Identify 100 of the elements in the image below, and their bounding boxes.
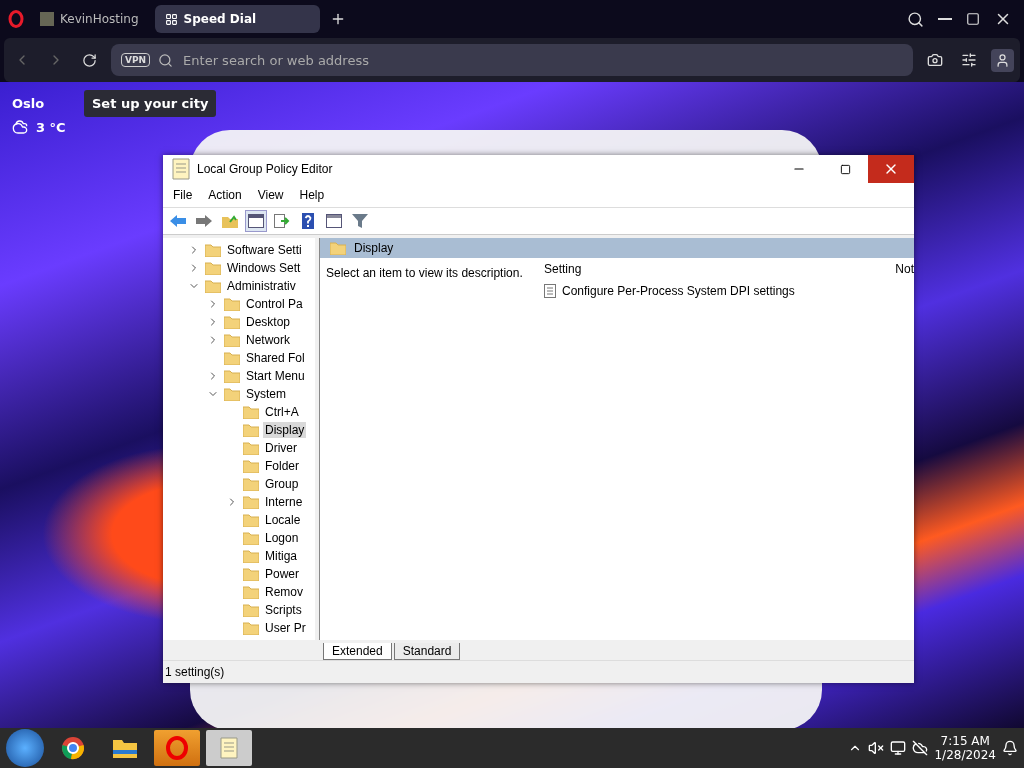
- vpn-badge[interactable]: VPN: [121, 53, 151, 67]
- maximize-icon: [839, 163, 851, 175]
- folder-icon: [243, 513, 259, 527]
- tree-item[interactable]: Administrativ: [225, 278, 298, 294]
- filter-icon: [352, 214, 368, 228]
- tree-item[interactable]: Group: [263, 476, 301, 492]
- tree-item[interactable]: Display: [263, 422, 307, 438]
- folder-icon: [224, 297, 240, 311]
- search-icon: [907, 10, 924, 28]
- folder-icon: [243, 621, 259, 635]
- cloud-off-icon[interactable]: [912, 740, 929, 756]
- browser-tab[interactable]: KevinHosting: [30, 5, 149, 33]
- tree-item[interactable]: Power: [263, 566, 301, 582]
- temperature: 3 °C: [36, 119, 66, 135]
- properties-icon: [326, 214, 342, 228]
- toolbar-button[interactable]: [245, 210, 267, 232]
- folder-icon: [243, 495, 259, 509]
- folder-icon: [243, 423, 259, 437]
- network-icon[interactable]: [890, 740, 907, 756]
- menu-item[interactable]: File: [165, 188, 201, 202]
- opera-logo-icon: [8, 10, 24, 28]
- menu-item[interactable]: Action: [200, 188, 250, 202]
- tree-item[interactable]: Windows Sett: [225, 260, 303, 276]
- folder-icon: [224, 387, 240, 401]
- city-label: Oslo: [12, 96, 46, 111]
- tree-item[interactable]: System: [244, 386, 288, 402]
- folder-icon: [330, 241, 346, 255]
- folder-icon: [243, 441, 259, 455]
- reload-icon: [82, 52, 97, 68]
- search-icon: [158, 52, 174, 68]
- folder-icon: [243, 477, 259, 491]
- export-icon: [274, 214, 290, 228]
- folder-icon: [243, 567, 259, 581]
- minimize-icon: [938, 18, 952, 20]
- folder-icon: [205, 243, 221, 257]
- folder-icon: [224, 315, 240, 329]
- folder-icon: [243, 531, 259, 545]
- status-text: 1 setting(s): [165, 665, 225, 679]
- grid-icon: [164, 12, 178, 26]
- restore-icon: [966, 12, 980, 26]
- back-arrow-icon: [170, 215, 186, 227]
- camera-icon: [927, 52, 943, 68]
- folder-icon: [224, 333, 240, 347]
- view-tab[interactable]: Standard: [393, 643, 461, 660]
- opera-icon: [166, 736, 188, 760]
- tree-item[interactable]: Control Pa: [244, 296, 305, 312]
- tree-item[interactable]: Desktop: [244, 314, 293, 330]
- list-icon: [544, 284, 556, 298]
- tree-item[interactable]: User Pr: [263, 620, 308, 636]
- tree-item[interactable]: Folder: [263, 458, 301, 474]
- notification-icon[interactable]: [1002, 740, 1018, 756]
- description-text: Select an item to view its description.: [325, 265, 524, 282]
- document-icon: [219, 736, 239, 760]
- folder-icon: [224, 351, 240, 365]
- folder-icon: [222, 214, 238, 228]
- column-header[interactable]: Setting: [544, 262, 896, 276]
- folder-icon: [113, 738, 137, 758]
- help-icon: [302, 213, 314, 229]
- folder-icon: [243, 459, 259, 473]
- tooltip: Set up your city: [84, 90, 217, 117]
- tree-item[interactable]: Shared Fol: [244, 350, 307, 366]
- folder-icon: [205, 261, 221, 275]
- start-button[interactable]: [6, 729, 44, 767]
- address-bar[interactable]: VPN Enter search or web address: [111, 44, 913, 76]
- tree-item[interactable]: Start Menu: [244, 368, 307, 384]
- tree-item[interactable]: Interne: [263, 494, 305, 510]
- folder-icon: [205, 279, 221, 293]
- tree-item[interactable]: Software Setti: [225, 242, 304, 258]
- sliders-icon: [961, 52, 977, 68]
- view-tab[interactable]: Extended: [323, 643, 392, 660]
- cloud-icon: [12, 119, 28, 135]
- browser-tab[interactable]: Speed Dial: [154, 5, 320, 33]
- tree-item[interactable]: Driver: [263, 440, 299, 456]
- tree-item[interactable]: Logon: [263, 530, 301, 546]
- forward-arrow-icon: [196, 215, 212, 227]
- chrome-icon: [61, 736, 85, 760]
- muted-speaker-icon[interactable]: [868, 740, 885, 756]
- tree-item[interactable]: Mitiga: [263, 548, 299, 564]
- setting-name[interactable]: Configure Per-Process System DPI settings: [562, 284, 795, 298]
- tree-item[interactable]: Ctrl+A: [263, 404, 301, 420]
- profile-button[interactable]: [991, 48, 1014, 72]
- folder-icon: [243, 405, 259, 419]
- tree-item[interactable]: Remov: [263, 584, 305, 600]
- folder-icon: [224, 369, 240, 383]
- user-icon: [995, 52, 1010, 68]
- tree-item[interactable]: Scripts: [263, 602, 304, 618]
- panel-icon: [248, 214, 264, 228]
- clock[interactable]: 7:15 AM 1/28/2024: [934, 734, 996, 762]
- document-icon: [171, 157, 191, 181]
- column-header[interactable]: Not: [895, 262, 914, 276]
- folder-icon: [243, 585, 259, 599]
- menu-item[interactable]: View: [249, 188, 292, 202]
- window-title: Local Group Policy Editor: [196, 162, 334, 176]
- menu-item[interactable]: Help: [291, 188, 333, 202]
- tree-item[interactable]: Locale: [263, 512, 303, 528]
- pane-heading: Display: [354, 241, 394, 255]
- tree-item[interactable]: Network: [244, 332, 292, 348]
- site-icon: [40, 12, 54, 26]
- folder-icon: [243, 603, 259, 617]
- folder-icon: [243, 549, 259, 563]
